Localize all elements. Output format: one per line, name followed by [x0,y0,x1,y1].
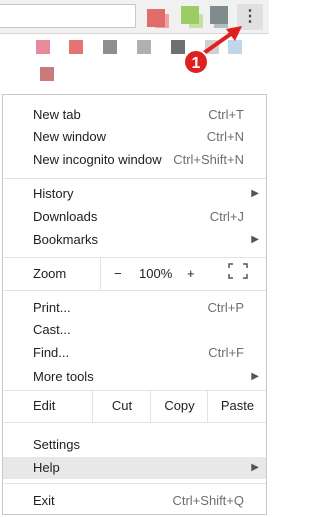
menu-item-settings[interactable]: Settings [3,434,266,456]
blurred-tile [103,40,117,54]
shortcut-text: Ctrl+Shift+N [173,152,244,167]
shortcut-text: Ctrl+T [208,107,244,122]
cut-button[interactable]: Cut [92,390,151,422]
menu-item-label: Exit [33,493,55,508]
paste-button[interactable]: Paste [207,390,267,422]
chrome-menu: New tab Ctrl+T New window Ctrl+N New inc… [2,94,267,515]
menu-item-print[interactable]: Print... Ctrl+P [3,297,266,319]
shortcut-text: Ctrl+N [206,129,244,144]
shortcut-text: Ctrl+P [207,300,244,315]
menu-separator [3,422,266,423]
chevron-right-icon: ▶ [251,188,259,199]
zoom-in-button[interactable]: + [187,266,195,281]
zoom-divider [100,258,101,290]
zoom-level: 100% [139,266,173,281]
menu-item-more-tools[interactable]: More tools ▶ [3,366,266,388]
menu-item-cast[interactable]: Cast... [3,319,266,341]
menu-item-label: More tools [33,369,94,384]
callout-badge: 1 [183,49,209,75]
arrow-shaft [199,29,237,57]
edit-label: Edit [33,398,56,413]
menu-item-label: Print... [33,300,71,315]
menu-item-label: Bookmarks [33,232,99,247]
menu-item-label: New tab [33,107,81,122]
menu-separator [3,290,266,291]
menu-item-label: Help [33,460,60,475]
menu-item-label: Find... [33,345,70,360]
menu-item-help[interactable]: Help ▶ [3,457,266,479]
shortcut-text: Ctrl+Shift+Q [172,493,244,508]
address-bar[interactable] [0,4,136,28]
menu-item-label: Cast... [33,322,71,337]
menu-item-exit[interactable]: Exit Ctrl+Shift+Q [3,490,266,512]
menu-separator [3,178,266,179]
fullscreen-icon[interactable] [228,263,248,279]
menu-item-history[interactable]: History ▶ [3,183,266,205]
blurred-tile [171,40,185,54]
menu-item-find[interactable]: Find... Ctrl+F [3,342,266,364]
menu-item-new-window[interactable]: New window Ctrl+N [3,126,266,148]
menu-item-downloads[interactable]: Downloads Ctrl+J [3,206,266,228]
blurred-tile [36,40,50,54]
menu-item-bookmarks[interactable]: Bookmarks ▶ [3,229,266,251]
fullscreen-corners [228,263,248,279]
chevron-right-icon: ▶ [251,371,259,382]
edit-row: Edit Cut Copy Paste [3,390,266,422]
menu-item-label: New incognito window [33,152,162,167]
menu-item-label: Downloads [33,209,98,224]
blurred-tile [137,40,151,54]
zoom-row: Zoom − 100% + [3,258,266,290]
menu-item-new-tab[interactable]: New tab Ctrl+T [3,104,266,126]
menu-item-new-incognito-window[interactable]: New incognito window Ctrl+Shift+N [3,149,266,171]
shortcut-text: Ctrl+J [209,209,244,224]
blurred-tile [40,67,54,81]
zoom-out-button[interactable]: − [114,266,122,281]
shortcut-text: Ctrl+F [208,345,244,360]
zoom-label: Zoom [33,266,67,281]
extension-icon-red[interactable] [147,9,165,27]
chevron-right-icon: ▶ [251,462,259,473]
chevron-right-icon: ▶ [251,234,259,245]
menu-item-label: History [33,186,74,201]
copy-button[interactable]: Copy [150,390,208,422]
menu-item-label: Settings [33,437,80,452]
menu-item-label: New window [33,129,106,144]
menu-separator [3,483,266,484]
blurred-tile [69,40,83,54]
